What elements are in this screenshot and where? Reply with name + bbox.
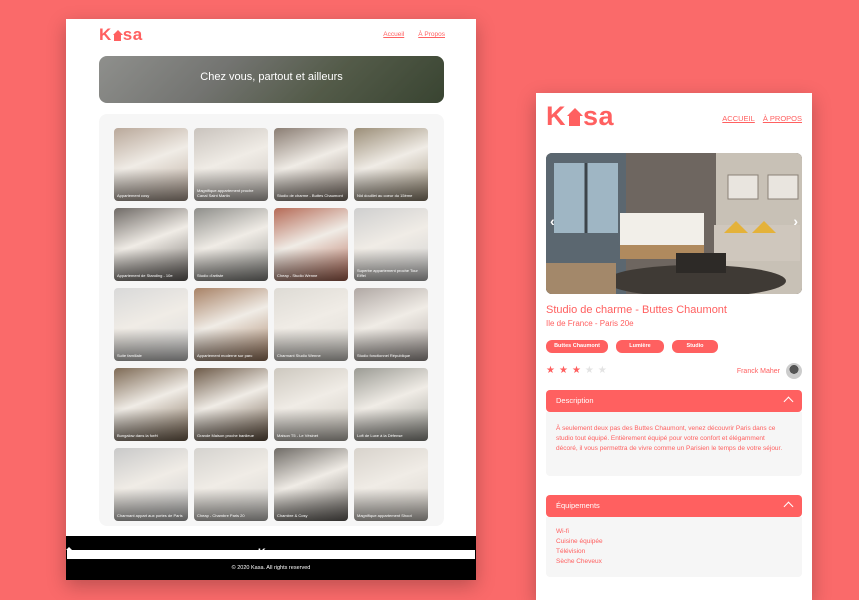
listing-title: Studio de charme - Buttes Chaumont — [546, 304, 727, 316]
mobile-nav: ACCUEIL À PROPOS — [722, 114, 802, 123]
listing-card[interactable]: Magnifique appartement Shoot — [354, 448, 428, 521]
room-photo — [546, 153, 802, 294]
listing-card-title: Charmant appart aux portes de Paris — [117, 513, 183, 518]
house-icon — [567, 107, 583, 126]
star-icon: ★ — [546, 365, 555, 376]
hero-title: Chez vous, partout et ailleurs — [200, 71, 343, 83]
equipment-item: Sèche Cheveux — [556, 558, 602, 565]
chevron-up-icon — [783, 396, 794, 407]
equipment-item: Télévision — [556, 548, 586, 555]
listing-card[interactable]: Superbe appartement proche Tour Eiffel — [354, 208, 428, 281]
listing-card[interactable]: Maison T5 - Le Vésinet — [274, 368, 348, 441]
description-text: À seulement deux pas des Buttes Chaumont… — [556, 425, 783, 452]
nav-accueil-link[interactable]: Accueil — [383, 31, 404, 38]
listing-card[interactable]: Nid douillet au coeur du 15ème — [354, 128, 428, 201]
description-label: Description — [556, 396, 594, 405]
listing-card-title: Bungalow dans la forêt — [117, 433, 158, 438]
tag-list: Buttes Chaumont Lumière Studio — [546, 340, 718, 353]
equipments-panel: Wi-fi Cuisine équipée Télévision Sèche C… — [546, 517, 802, 577]
star-icon: ★ — [584, 365, 594, 376]
listing-location: Ile de France - Paris 20e — [546, 319, 634, 328]
host-name: Franck Maher — [736, 367, 780, 375]
listing-card[interactable]: Chambre & Cosy — [274, 448, 348, 521]
listing-card-title: Chambre & Cosy — [277, 513, 308, 518]
equipment-item: Wi-fi — [556, 528, 569, 535]
kasa-logo[interactable]: K sa — [99, 25, 143, 45]
hero-banner: Chez vous, partout et ailleurs — [99, 56, 444, 103]
nav-apropos-link[interactable]: À Propos — [418, 31, 445, 38]
listing-card-title: Nid douillet au coeur du 15ème — [357, 193, 413, 198]
nav-apropos-link[interactable]: À PROPOS — [763, 114, 802, 123]
mobile-listing-mockup: K sa ACCUEIL À PROPOS ‹ › Studio de char… — [536, 93, 812, 600]
host-avatar — [786, 363, 802, 379]
star-rating: ★ ★ ★ ★ ★ — [546, 365, 607, 377]
footer-logo: K sa — [257, 547, 285, 559]
star-icon: ★ — [571, 365, 581, 376]
desktop-nav: Accueil À Propos — [383, 31, 445, 38]
house-icon — [112, 29, 123, 41]
listing-card[interactable]: Appartement cosy — [114, 128, 188, 201]
tag-lumiere: Lumière — [616, 340, 664, 353]
listing-card-title: Charmant Studio Wenne — [277, 353, 321, 358]
listing-gallery: Appartement cosy Magnifique appartement p… — [99, 114, 444, 526]
listing-card-title: Magnifique appartement Shoot — [357, 513, 412, 518]
desktop-footer: K sa © 2020 Kasa. All rights reserved — [66, 536, 476, 580]
listing-photo-carousel: ‹ › — [546, 153, 802, 294]
listing-card-title: Studio d'artiste — [197, 273, 224, 278]
listing-card[interactable]: Grande Maison proche banlieue — [194, 368, 268, 441]
star-icon: ★ — [558, 365, 568, 376]
host-info: Franck Maher — [737, 363, 802, 379]
listing-card-title: Suite familiale — [117, 353, 142, 358]
description-panel: À seulement deux pas des Buttes Chaumont… — [546, 412, 802, 476]
tag-studio: Studio — [672, 340, 718, 353]
listing-card[interactable]: Cheap - Chambre Paris 20 — [194, 448, 268, 521]
listing-card-title: Appartement cosy — [117, 193, 150, 198]
listing-card-title: Maison T5 - Le Vésinet — [277, 433, 319, 438]
listing-card-title: Loft de Luxe à la Défense — [357, 433, 403, 438]
copyright-text: © 2020 Kasa. All rights reserved — [231, 565, 311, 571]
listing-card[interactable]: Appartement de Standing - 10e — [114, 208, 188, 281]
desktop-header: K sa Accueil À Propos — [66, 19, 476, 53]
nav-accueil-link[interactable]: ACCUEIL — [722, 114, 755, 123]
listing-card-title: Grande Maison proche banlieue — [197, 433, 254, 438]
listing-card[interactable]: Suite familiale — [114, 288, 188, 361]
star-icon: ★ — [597, 365, 607, 376]
description-collapse-toggle[interactable]: Description — [546, 390, 802, 412]
listing-card-title: Studio de charme - Buttes Chaumont — [277, 193, 343, 198]
listing-card[interactable]: Charmant appart aux portes de Paris — [114, 448, 188, 521]
listing-card[interactable]: Cheap - Studio Wenne — [274, 208, 348, 281]
equipments-label: Équipements — [556, 501, 600, 510]
carousel-next-icon[interactable]: › — [793, 213, 798, 229]
listing-card[interactable]: Studio d'artiste — [194, 208, 268, 281]
chevron-up-icon — [783, 501, 794, 512]
equipments-collapse-toggle[interactable]: Équipements — [546, 495, 802, 517]
desktop-home-mockup: K sa Accueil À Propos Chez vous, partout… — [66, 19, 476, 580]
listing-card-title: Superbe appartement proche Tour Eiffel — [357, 268, 418, 278]
listing-card[interactable]: Magnifique appartement proche Canal Sain… — [194, 128, 268, 201]
listing-card-title: Magnifique appartement proche Canal Sain… — [197, 188, 254, 198]
listing-card[interactable]: Loft de Luxe à la Défense — [354, 368, 428, 441]
listing-card[interactable]: Studio de charme - Buttes Chaumont — [274, 128, 348, 201]
listing-card-title: Appartement de Standing - 10e — [117, 273, 173, 278]
equipment-item: Cuisine équipée — [556, 538, 603, 545]
listing-card-title: Cheap - Studio Wenne — [277, 273, 318, 278]
listing-card[interactable]: Bungalow dans la forêt — [114, 368, 188, 441]
listing-card[interactable]: Appartement moderne sur parc — [194, 288, 268, 361]
listing-card[interactable]: Studio fonctionnel République — [354, 288, 428, 361]
carousel-prev-icon[interactable]: ‹ — [550, 213, 555, 229]
equipments-list: Wi-fi Cuisine équipée Télévision Sèche C… — [556, 527, 603, 567]
kasa-logo-mobile[interactable]: K sa — [546, 101, 614, 132]
listing-card[interactable]: Charmant Studio Wenne — [274, 288, 348, 361]
listing-card-title: Studio fonctionnel République — [357, 353, 411, 358]
tag-buttes-chaumont: Buttes Chaumont — [546, 340, 608, 353]
listing-card-title: Appartement moderne sur parc — [197, 353, 253, 358]
listing-card-title: Cheap - Chambre Paris 20 — [197, 513, 245, 518]
